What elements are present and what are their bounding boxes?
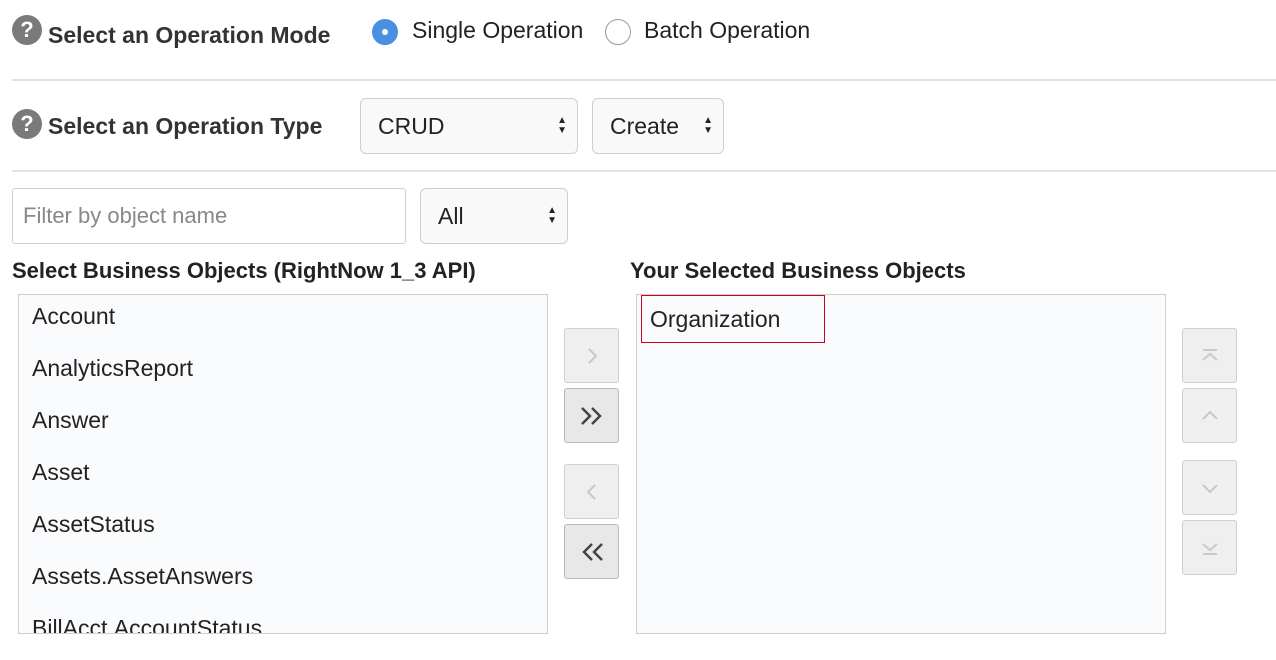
- selected-list-title: Your Selected Business Objects: [630, 258, 966, 283]
- operation-action-value: Create: [610, 112, 680, 139]
- double-chevron-right-icon: [580, 406, 602, 425]
- move-left-button[interactable]: [564, 464, 619, 519]
- move-all-right-button[interactable]: [564, 388, 619, 443]
- chevron-left-icon: [586, 483, 596, 500]
- help-icon[interactable]: ?: [12, 109, 42, 139]
- chevron-right-icon: [587, 347, 597, 364]
- batch-operation-radio[interactable]: [605, 19, 631, 45]
- operation-type-select[interactable]: CRUD ▲ ▼: [360, 98, 578, 154]
- move-up-button[interactable]: [1182, 388, 1237, 443]
- move-bottom-icon: [1201, 542, 1218, 555]
- single-operation-label[interactable]: Single Operation: [412, 17, 583, 44]
- divider: [12, 170, 1276, 172]
- list-item[interactable]: Account: [19, 295, 547, 347]
- category-value: All: [438, 202, 464, 229]
- operation-type-value: CRUD: [378, 112, 445, 139]
- move-top-icon: [1201, 348, 1218, 361]
- divider: [12, 79, 1276, 81]
- list-item[interactable]: Assets.AssetAnswers: [19, 555, 547, 607]
- list-item[interactable]: AnalyticsReport: [19, 347, 547, 399]
- list-item[interactable]: Asset: [19, 451, 547, 503]
- operation-action-select[interactable]: Create ▲ ▼: [592, 98, 724, 154]
- move-all-left-button[interactable]: [564, 524, 619, 579]
- help-icon[interactable]: ?: [12, 15, 42, 45]
- select-arrows-icon: ▲ ▼: [547, 205, 557, 226]
- select-arrows-icon: ▲ ▼: [703, 115, 713, 136]
- select-arrows-icon: ▲ ▼: [557, 115, 567, 136]
- single-operation-radio[interactable]: [372, 19, 398, 45]
- move-right-button[interactable]: [564, 328, 619, 383]
- move-bottom-button[interactable]: [1182, 520, 1237, 575]
- chevron-up-icon: [1201, 410, 1218, 420]
- available-objects-list[interactable]: Account AnalyticsReport Answer Asset Ass…: [18, 294, 548, 634]
- list-item[interactable]: BillAcct.AccountStatus: [19, 607, 547, 633]
- batch-operation-label[interactable]: Batch Operation: [644, 17, 810, 44]
- selected-item-label: Organization: [650, 305, 781, 332]
- list-item[interactable]: Answer: [19, 399, 547, 451]
- available-list-title: Select Business Objects (RightNow 1_3 AP…: [12, 258, 476, 283]
- move-down-button[interactable]: [1182, 460, 1237, 515]
- move-top-button[interactable]: [1182, 328, 1237, 383]
- selected-list-item[interactable]: Organization: [641, 295, 825, 343]
- filter-placeholder: Filter by object name: [23, 203, 228, 228]
- list-item[interactable]: AssetStatus: [19, 503, 547, 555]
- double-chevron-left-icon: [581, 542, 603, 561]
- operation-type-label: Select an Operation Type: [48, 113, 323, 139]
- category-select[interactable]: All ▲ ▼: [420, 188, 568, 244]
- operation-mode-label: Select an Operation Mode: [48, 22, 331, 48]
- filter-input[interactable]: Filter by object name: [12, 188, 406, 244]
- chevron-down-icon: [1201, 483, 1218, 493]
- selected-objects-list[interactable]: Organization: [636, 294, 1166, 634]
